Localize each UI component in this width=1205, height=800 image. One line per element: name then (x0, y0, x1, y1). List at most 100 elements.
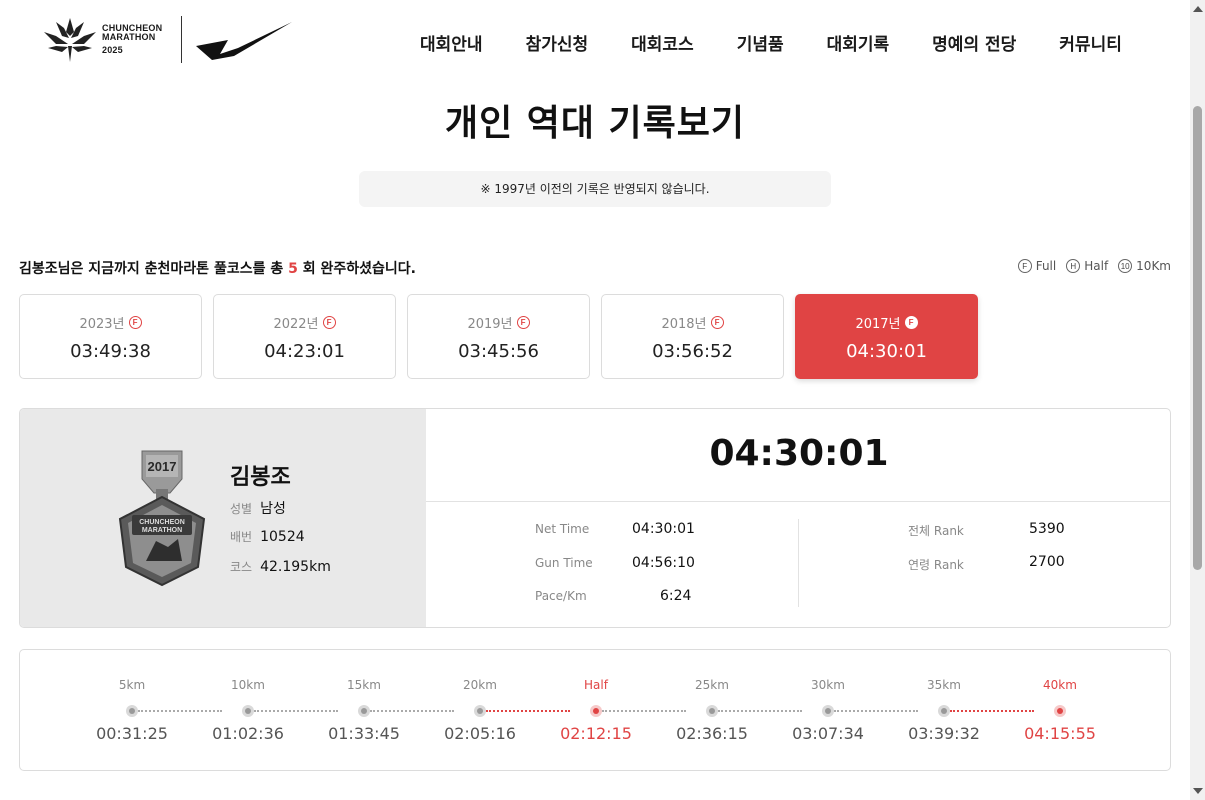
divider (426, 501, 1170, 502)
nav-item-registration[interactable]: 참가신청 (526, 30, 589, 55)
split-marker-icon (1054, 705, 1066, 717)
record-year: 2019년 (467, 317, 513, 332)
timeline-segment (718, 710, 802, 712)
record-detail-panel: 2017 CHUNCHEON MARATHON 김봉조 성별 남성 배번 10524… (19, 408, 1171, 628)
split-time: 03:39:32 (908, 724, 980, 743)
10km-badge-icon: 10 (1118, 259, 1133, 273)
vertical-scrollbar[interactable] (1190, 0, 1205, 800)
completion-summary: 김봉조님은 지금까지 춘천마라톤 풀코스를 총 5 회 완주하셨습니다. (19, 258, 416, 278)
finisher-medal-icon: 2017 CHUNCHEON MARATHON (118, 450, 206, 587)
summary-suffix: 회 완주하셨습니다. (297, 261, 416, 277)
bib-label: 배번 (230, 530, 253, 544)
split-label: 20km (463, 678, 497, 692)
scroll-down-arrow-icon[interactable] (1193, 788, 1203, 794)
split-marker-icon (126, 705, 138, 717)
main-nav: 대회안내 참가신청 대회코스 기념품 대회기록 명예의 전당 커뮤니티 (420, 30, 1122, 55)
record-card-2022[interactable]: 2022년 F 04:23:01 (213, 294, 396, 379)
split-label: 25km (695, 678, 729, 692)
record-time: 03:45:56 (458, 341, 539, 362)
timeline-segment-highlight (950, 710, 1034, 712)
nav-item-community[interactable]: 커뮤니티 (1059, 30, 1122, 55)
gender-label: 성별 (230, 502, 253, 516)
record-time: 03:56:52 (652, 341, 733, 362)
pace-value: 6:24 (660, 588, 692, 604)
logo-divider (181, 16, 182, 63)
full-badge-icon: F (904, 316, 918, 329)
nav-item-hall-of-fame[interactable]: 명예의 전당 (932, 30, 1016, 55)
chuncheon-marathon-logo[interactable]: CHUNCHEON MARATHON 2025 (42, 14, 302, 64)
year-record-cards: 2023년 F 03:49:38 2022년 F 04:23:01 2019년 F 0… (19, 294, 989, 379)
net-time-label: Net Time (535, 522, 590, 536)
gender-row: 성별 남성 (230, 498, 286, 518)
split-label: 5km (118, 678, 146, 692)
logo-line2: MARATHON (102, 32, 156, 42)
legend-10km: 10 10Km (1118, 259, 1171, 273)
split-label: 10km (231, 678, 265, 692)
split-time: 03:07:34 (792, 724, 864, 743)
scroll-up-arrow-icon[interactable] (1193, 6, 1203, 12)
record-card-2018[interactable]: 2018년 F 03:56:52 (601, 294, 784, 379)
legend-full-label: Full (1035, 259, 1057, 273)
bib-value: 10524 (260, 529, 305, 545)
medal-year: 2017 (148, 459, 177, 474)
record-year: 2022년 (273, 317, 319, 332)
finish-time: 04:30:01 (709, 433, 889, 474)
gun-time-value: 04:56:10 (632, 555, 695, 571)
course-row: 코스 42.195km (230, 558, 331, 575)
age-rank-label: 연령 Rank (908, 558, 964, 572)
timeline-segment (834, 710, 918, 712)
bib-row: 배번 10524 (230, 528, 305, 545)
logo-year: 2025 (102, 45, 123, 55)
record-time: 04:30:01 (846, 341, 927, 362)
record-card-2023[interactable]: 2023년 F 03:49:38 (19, 294, 202, 379)
completion-count: 5 (288, 261, 298, 277)
split-time: 04:15:55 (1024, 724, 1096, 743)
runner-name: 김봉조 (230, 465, 291, 490)
record-time: 03:49:38 (70, 341, 151, 362)
sponsor-logo-icon (196, 22, 292, 60)
record-year: 2018년 (661, 317, 707, 332)
split-time: 01:33:45 (328, 724, 400, 743)
split-label: Half (584, 678, 608, 692)
record-card-2017[interactable]: 2017년 F 04:30:01 (795, 294, 978, 379)
split-marker-icon (822, 705, 834, 717)
full-badge-icon: F (322, 316, 336, 329)
nav-item-event-info[interactable]: 대회안내 (420, 30, 483, 55)
overall-rank-label: 전체 Rank (908, 524, 964, 538)
full-badge-icon: F (1017, 259, 1032, 273)
course-value: 42.195km (260, 559, 331, 575)
age-rank-value: 2700 (1029, 554, 1065, 570)
gun-time-label: Gun Time (535, 556, 593, 570)
split-label: 15km (347, 678, 381, 692)
medal-line2: MARATHON (142, 527, 182, 534)
timeline-segment (370, 710, 454, 712)
legend-full: F Full (1017, 259, 1057, 273)
split-marker-icon (938, 705, 950, 717)
split-time: 00:31:25 (96, 724, 168, 743)
nav-item-course[interactable]: 대회코스 (631, 30, 694, 55)
nav-item-souvenir[interactable]: 기념품 (737, 30, 784, 55)
split-label: 30km (811, 678, 845, 692)
record-time: 04:23:01 (264, 341, 345, 362)
split-marker-icon (242, 705, 254, 717)
timeline-segment (254, 710, 338, 712)
gender-value: 남성 (260, 501, 286, 517)
split-marker-icon (474, 705, 486, 717)
split-times-timeline: 5km 00:31:25 10km 01:02:36 15km 01:33:45… (19, 649, 1171, 771)
split-label: 40km (1043, 678, 1077, 692)
timeline-segment (602, 710, 686, 712)
timeline-segment (138, 710, 222, 712)
scrollbar-thumb[interactable] (1193, 106, 1202, 570)
full-badge-icon: F (710, 316, 724, 329)
split-marker-icon (358, 705, 370, 717)
split-time: 02:05:16 (444, 724, 516, 743)
split-time: 02:12:15 (560, 724, 632, 743)
medal-line1: CHUNCHEON (139, 519, 185, 526)
split-time: 01:02:36 (212, 724, 284, 743)
nav-item-records[interactable]: 대회기록 (827, 30, 890, 55)
record-stats: 04:30:01 Net Time 04:30:01 Gun Time 04:5… (426, 409, 1170, 627)
half-badge-icon: H (1066, 259, 1081, 273)
record-card-2019[interactable]: 2019년 F 03:45:56 (407, 294, 590, 379)
overall-rank-value: 5390 (1029, 521, 1065, 537)
legend-10km-label: 10Km (1136, 259, 1171, 273)
